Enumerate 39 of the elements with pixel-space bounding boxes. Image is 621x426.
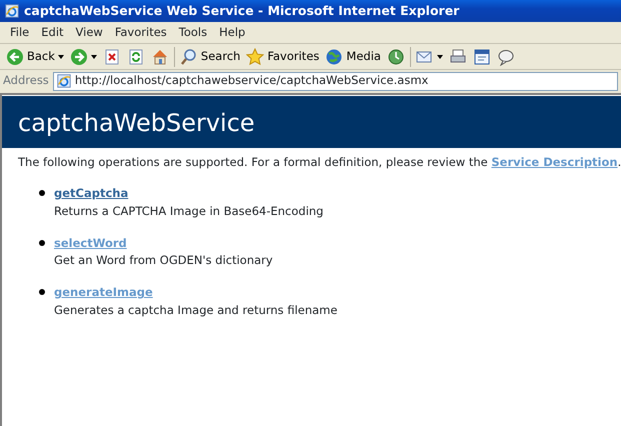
- window-title: captchaWebService Web Service - Microsoft Internet Explorer: [24, 2, 460, 20]
- back-button[interactable]: Back: [3, 46, 67, 66]
- menu-item[interactable]: Help: [213, 22, 252, 44]
- edit-icon: [472, 48, 491, 66]
- search-button[interactable]: Search: [176, 46, 244, 66]
- menu-item[interactable]: View: [70, 22, 109, 44]
- forward-icon: [70, 48, 88, 66]
- page-icon: [56, 72, 72, 90]
- stop-icon: [102, 48, 121, 66]
- operation-description: Get an Word from OGDEN's dictionary: [54, 252, 274, 269]
- page-heading: captchaWebService: [2, 96, 621, 148]
- operation-link[interactable]: getCaptcha: [54, 186, 128, 200]
- bullet-icon: [39, 190, 45, 196]
- home-icon: [150, 48, 169, 66]
- address-field[interactable]: http://localhost/captchawebservice/captchaWebService.asmx: [52, 72, 618, 90]
- bullet-icon: [39, 289, 45, 296]
- print-icon: [448, 48, 467, 66]
- search-icon: [180, 48, 198, 66]
- favorites-button[interactable]: Favorites: [243, 46, 322, 66]
- discuss-icon: [496, 48, 515, 66]
- browser-icon: [4, 2, 20, 20]
- menu-item[interactable]: Edit: [35, 22, 70, 44]
- operation-description: Generates a captcha Image and returns filename: [54, 302, 338, 318]
- bullet-icon: [39, 240, 45, 246]
- star-icon: [246, 48, 264, 66]
- media-button[interactable]: Media: [322, 46, 384, 66]
- caret-icon: [436, 54, 443, 58]
- address-label: Address: [3, 72, 49, 90]
- caret-icon: [58, 54, 64, 58]
- back-icon: [6, 48, 24, 66]
- menu-item[interactable]: Favorites: [108, 22, 173, 44]
- intro-text: The following operations are supported. For a formal definition, please review the Service Description.: [17, 154, 621, 171]
- globe-icon: [325, 48, 344, 66]
- history-icon: [386, 48, 405, 66]
- operation-description: Returns a CAPTCHA Image in Base64-Encoding: [54, 202, 324, 220]
- menu-item[interactable]: Tools: [172, 22, 214, 44]
- caret-icon: [90, 54, 97, 58]
- refresh-icon: [126, 48, 145, 66]
- menu-item[interactable]: File: [4, 22, 36, 44]
